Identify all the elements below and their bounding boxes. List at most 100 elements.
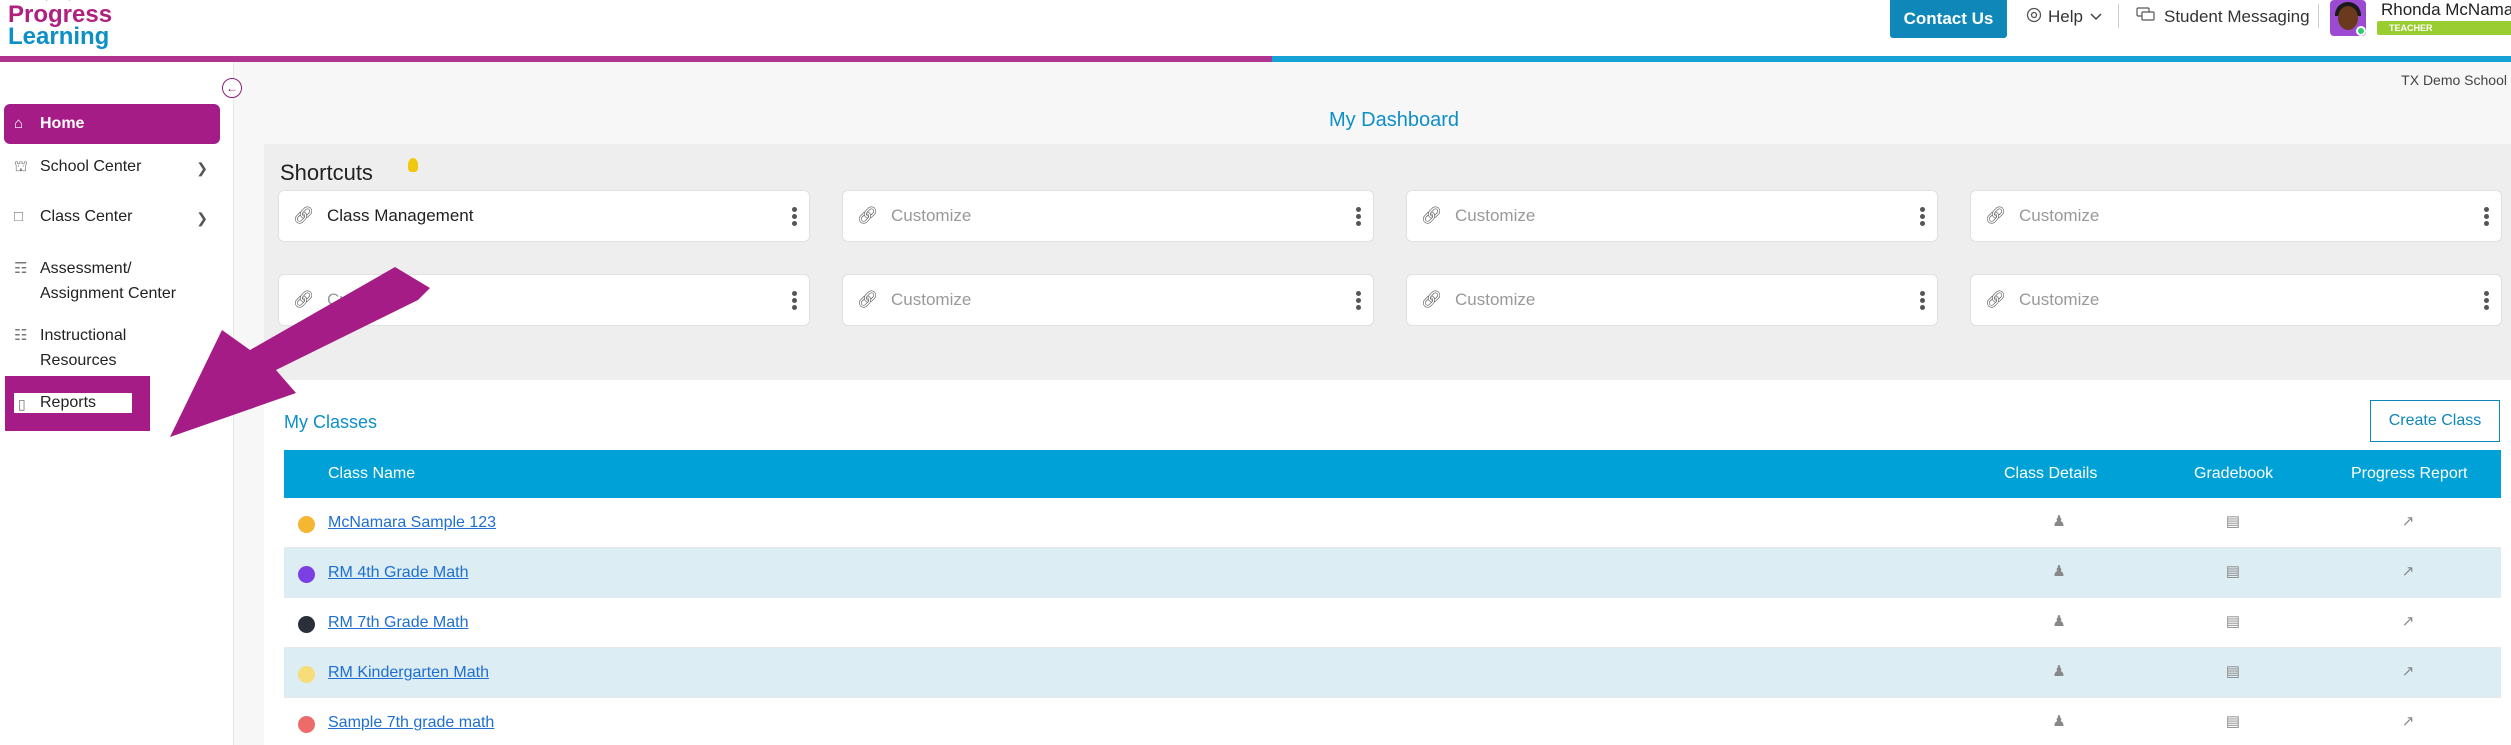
class-name-link[interactable]: RM 4th Grade Math [328,564,469,582]
class-color-dot [298,666,315,683]
kebab-menu-icon[interactable] [1920,291,1925,310]
link-icon: 🔗︎ [857,290,879,309]
gradebook-icon[interactable]: ▤ [2223,712,2243,732]
link-icon: 🔗︎ [1985,206,2007,225]
class-details-icon[interactable]: ♟ [2049,562,2069,582]
contact-us-button[interactable]: Contact Us [1890,0,2007,38]
sidebar-item-assessment-center[interactable]: ☶ Assessment/ Assignment Center [4,256,220,306]
shortcut-label: Customize [1455,290,1536,309]
progress-report-icon[interactable]: ↗ [2398,712,2418,732]
kebab-menu-icon[interactable] [2484,207,2489,226]
chat-icon [2136,6,2156,28]
shortcut-card[interactable]: 🔗︎ Class Management [278,190,810,242]
class-name-link[interactable]: McNamara Sample 123 [328,514,496,532]
progress-report-icon[interactable]: ↗ [2398,612,2418,632]
chevron-right-icon: ❯ [196,160,208,176]
shortcut-card[interactable]: 🔗︎ Customize [1406,274,1938,326]
kebab-menu-icon[interactable] [792,207,797,226]
library-icon: ☷ [14,327,28,344]
sidebar-item-home[interactable]: ⌂ Home [4,104,220,144]
create-class-button[interactable]: Create Class [2370,400,2500,442]
header-divider [2118,4,2119,28]
shortcut-card[interactable]: 🔗︎ Customize [842,190,1374,242]
gradebook-icon[interactable]: ▤ [2223,512,2243,532]
class-name-link[interactable]: Sample 7th grade math [328,714,494,732]
class-name-link[interactable]: RM 7th Grade Math [328,614,469,632]
top-header: Progress Learning Contact Us Help Studen… [0,0,2511,56]
shortcut-card[interactable]: 🔗︎ Customize [1970,274,2502,326]
col-progress-report: Progress Report [2351,465,2468,482]
class-color-dot [298,516,315,533]
kebab-menu-icon[interactable] [792,291,797,310]
kebab-menu-icon[interactable] [1920,207,1925,226]
shortcut-card[interactable]: 🔗︎ Customize [1406,190,1938,242]
gradebook-icon[interactable]: ▤ [2223,612,2243,632]
sidebar-item-label-line2: Resources [40,352,117,369]
main-content: TX Demo School My Dashboard Shortcuts 🔗︎… [234,62,2511,745]
classes-table-header: Class Name Class Details Gradebook Progr… [284,450,2501,498]
link-icon: 🔗︎ [1421,290,1443,309]
shortcuts-panel: Shortcuts 🔗︎ Class Management 🔗︎ Customize 🔗… [264,144,2511,412]
gradebook-icon[interactable]: ▤ [2223,562,2243,582]
home-icon: ⌂ [14,115,24,132]
lightbulb-icon [408,158,418,172]
sidebar-item-instructional-resources[interactable]: ☷ Instructional Resources [4,323,220,373]
class-color-dot [298,616,315,633]
sidebar-item-label: Class Center [40,208,133,225]
help-menu[interactable]: Help [2026,0,2103,34]
progress-report-icon[interactable]: ↗ [2398,562,2418,582]
shortcut-label: Class Management [327,206,474,225]
sidebar-item-label: School Center [40,158,142,175]
school-icon: ⛫ [14,158,28,175]
sidebar-item-label-group: Assessment/ Assignment Center [40,256,176,306]
col-gradebook: Gradebook [2194,465,2274,482]
sidebar-item-class-center[interactable]: □ Class Center ❯ [4,208,220,226]
my-classes-panel: My Classes Create Class Class Name Class… [264,380,2511,745]
sidebar-item-label-group: Instructional Resources [40,323,126,373]
collapse-sidebar-icon[interactable]: ← [222,78,242,98]
progress-report-icon[interactable]: ↗ [2398,512,2418,532]
kebab-menu-icon[interactable] [1356,207,1361,226]
class-details-icon[interactable]: ♟ [2049,512,2069,532]
kebab-menu-icon[interactable] [1356,291,1361,310]
sidebar-item-label: Home [40,115,85,132]
sidebar-item-reports[interactable]: ▯ Reports [14,393,132,413]
col-class-name[interactable]: Class Name [328,465,415,483]
class-icon: □ [14,208,24,225]
shortcut-label: Customize [891,290,972,309]
link-icon: 🔗︎ [293,206,315,225]
shortcuts-title: Shortcuts [280,160,373,185]
book-icon: ☶ [14,260,28,277]
progress-learning-logo[interactable]: Progress Learning [8,3,112,50]
kebab-menu-icon[interactable] [2484,291,2489,310]
class-color-dot [298,716,315,733]
help-icon [2026,7,2042,28]
class-name-link[interactable]: RM Kindergarten Math [328,664,489,682]
user-name[interactable]: Rhonda McNamara [2381,0,2511,20]
class-details-icon[interactable]: ♟ [2049,662,2069,682]
progress-report-icon[interactable]: ↗ [2398,662,2418,682]
class-details-icon[interactable]: ♟ [2049,712,2069,732]
shortcut-card[interactable]: 🔗︎ Customize [1970,190,2502,242]
sidebar-item-label: Reports [40,394,97,411]
gradebook-icon[interactable]: ▤ [2223,662,2243,682]
help-label: Help [2048,7,2083,26]
class-details-icon[interactable]: ♟ [2049,612,2069,632]
shortcut-card[interactable]: 🔗︎ Customize [842,274,1374,326]
link-icon: 🔗︎ [1421,206,1443,225]
table-row: Sample 7th grade math ♟ ▤ ↗ [284,698,2501,745]
sidebar-item-label: Assessment/ [40,260,132,277]
link-icon: 🔗︎ [857,206,879,225]
role-badge: TEACHER [2377,21,2511,35]
shortcut-card[interactable]: 🔗︎ Customize [278,274,810,326]
link-icon: 🔗︎ [1985,290,2007,309]
sidebar-item-label: Instructional [40,327,127,344]
sidebar-item-school-center[interactable]: ⛫ School Center ❯ [4,158,220,176]
my-classes-title: My Classes [284,412,378,432]
logo-line-2: Learning [8,23,110,50]
report-icon: ▯ [18,396,26,412]
user-avatar[interactable] [2330,0,2366,36]
link-icon: 🔗︎ [293,290,315,309]
class-color-dot [298,566,315,583]
student-messaging-link[interactable]: Student Messaging [2136,0,2310,34]
